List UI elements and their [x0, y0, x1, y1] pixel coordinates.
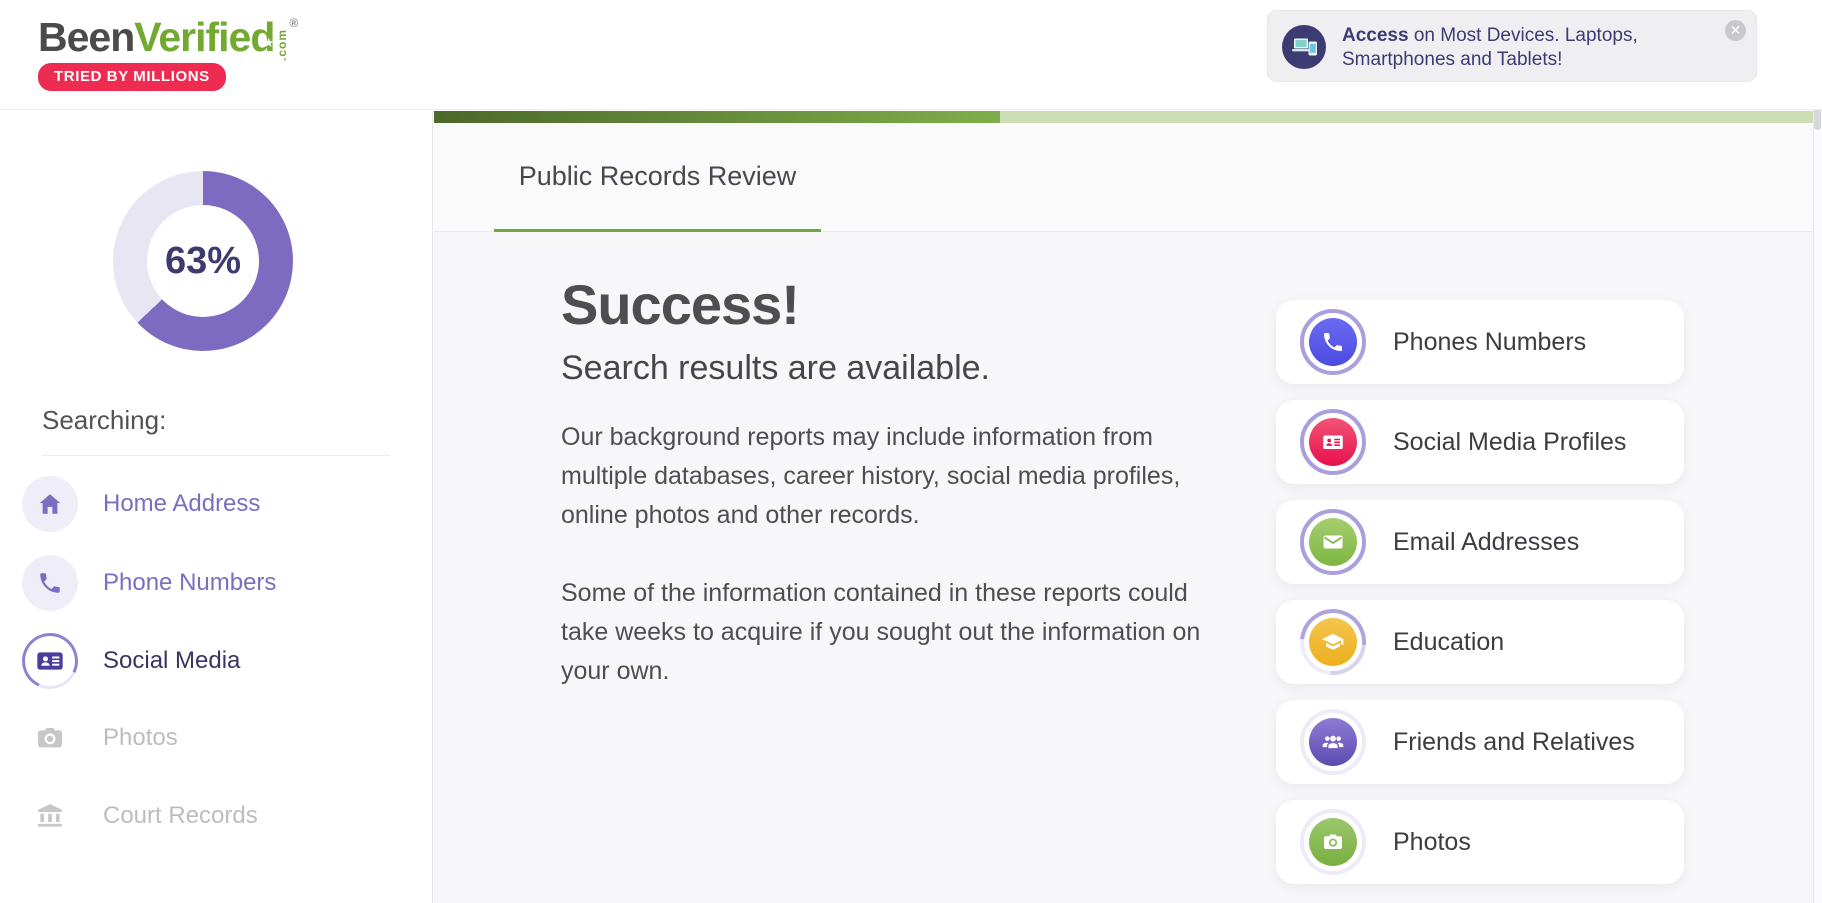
phone-icon — [37, 570, 63, 596]
progress-bar-fill — [434, 111, 1000, 123]
phone-icon — [1321, 330, 1345, 354]
card-social-media-profiles: Social Media Profiles — [1276, 400, 1684, 484]
vertical-scrollbar[interactable] — [1813, 0, 1822, 903]
divider — [42, 455, 390, 456]
card-photos: Photos — [1276, 800, 1684, 884]
tried-by-millions-badge: TRIED BY MILLIONS — [38, 63, 226, 91]
progress-percent: 63% — [165, 240, 241, 283]
tab-bar: Public Records Review — [434, 123, 1822, 232]
tab-public-records-review[interactable]: Public Records Review — [494, 123, 821, 232]
camera-icon — [34, 722, 66, 754]
envelope-icon — [1321, 530, 1345, 554]
progress-donut-chart: 63% — [113, 171, 293, 351]
header: BeenVerified★.com® TRIED BY MILLIONS Acc… — [0, 0, 1822, 110]
card-label: Email Addresses — [1393, 528, 1579, 557]
sidebar-item-court-records: Court Records — [22, 788, 412, 844]
description-text: Our background reports may include infor… — [561, 418, 1211, 691]
card-label: Social Media Profiles — [1393, 428, 1626, 457]
sidebar-item-label: Home Address — [103, 490, 260, 518]
sidebar-item-phone-numbers: Phone Numbers — [22, 555, 412, 611]
sidebar-item-social-media: Social Media — [22, 633, 412, 689]
page-title: Success! — [561, 272, 799, 337]
courthouse-icon — [35, 801, 65, 831]
loading-spinner — [1287, 596, 1380, 689]
sidebar: 63% Searching: Home Address Phone Number… — [0, 111, 433, 903]
card-label: Friends and Relatives — [1393, 728, 1635, 757]
paragraph: Some of the information contained in the… — [561, 574, 1211, 691]
star-icon: ★ — [263, 35, 274, 51]
banner-text: Access on Most Devices. Laptops, Smartph… — [1342, 24, 1638, 72]
sidebar-item-photos: Photos — [22, 710, 412, 766]
registered-mark: ® — [289, 16, 297, 30]
card-email-addresses: Email Addresses — [1276, 500, 1684, 584]
loading-spinner — [14, 625, 86, 697]
sidebar-item-label: Social Media — [103, 647, 240, 675]
page-subtitle: Search results are available. — [561, 349, 990, 388]
card-friends-and-relatives: Friends and Relatives — [1276, 700, 1684, 784]
graduation-cap-icon — [1320, 629, 1346, 655]
devices-icon — [1282, 25, 1326, 69]
access-devices-banner: Access on Most Devices. Laptops, Smartph… — [1267, 10, 1757, 82]
result-cards: Phones Numbers Social — [1276, 300, 1684, 900]
progress-bar-track — [434, 111, 1814, 123]
sidebar-item-home-address: Home Address — [22, 476, 412, 532]
people-icon — [1320, 729, 1346, 755]
card-phones-numbers: Phones Numbers — [1276, 300, 1684, 384]
card-label: Phones Numbers — [1393, 328, 1586, 357]
logo-tld: .com — [275, 27, 289, 61]
card-label: Education — [1393, 628, 1504, 657]
main-panel: Public Records Review Success! Search re… — [434, 111, 1822, 903]
card-education: Education — [1276, 600, 1684, 684]
sidebar-item-label: Court Records — [103, 802, 258, 830]
home-icon — [37, 491, 63, 517]
searching-heading: Searching: — [42, 405, 166, 436]
paragraph: Our background reports may include infor… — [561, 418, 1211, 535]
content-area: Success! Search results are available. O… — [434, 232, 1822, 903]
sidebar-item-label: Photos — [103, 724, 178, 752]
camera-icon — [1321, 830, 1345, 854]
beenverified-logo[interactable]: BeenVerified★.com® TRIED BY MILLIONS — [38, 14, 297, 91]
logo-text-been: Been — [38, 14, 134, 60]
id-card-icon — [1320, 429, 1346, 455]
sidebar-item-label: Phone Numbers — [103, 569, 276, 597]
id-card-icon — [34, 645, 66, 677]
tab-label: Public Records Review — [519, 161, 797, 192]
close-icon[interactable]: ✕ — [1725, 20, 1746, 41]
card-label: Photos — [1393, 828, 1471, 857]
logo-text-verified: Verified★ — [134, 14, 274, 60]
